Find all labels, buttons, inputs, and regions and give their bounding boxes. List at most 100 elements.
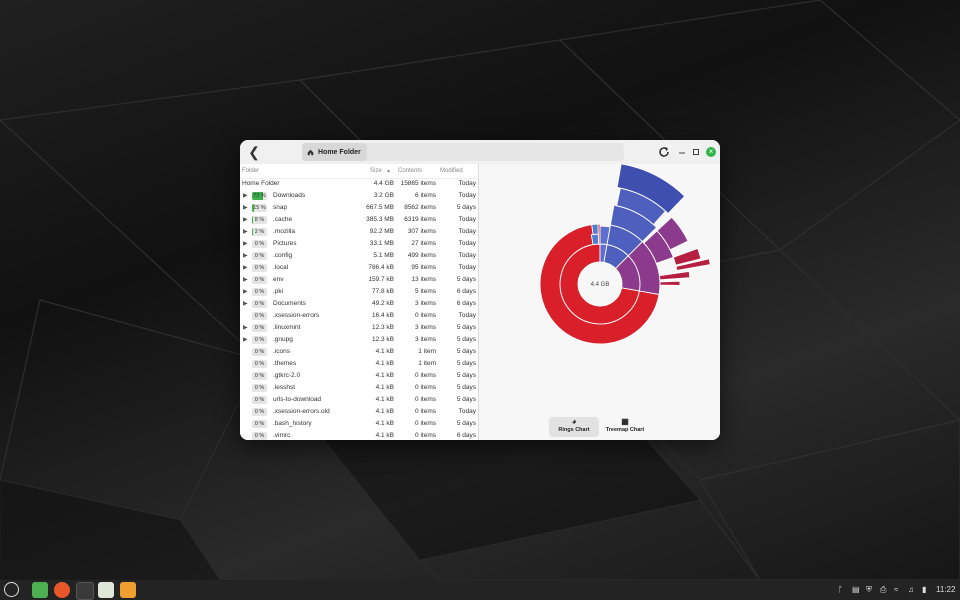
expand-arrow-icon[interactable]: ▶ bbox=[243, 228, 248, 235]
expand-arrow-icon[interactable]: ▶ bbox=[243, 240, 248, 247]
row-size: 159.7 kB bbox=[368, 276, 394, 283]
expand-arrow-icon[interactable]: ▶ bbox=[243, 252, 248, 259]
header-size[interactable]: Size bbox=[370, 168, 382, 174]
bluetooth-icon[interactable]: ᚩ bbox=[838, 584, 843, 596]
row-items: 0 items bbox=[415, 396, 436, 403]
ring-segment-snap-small[interactable] bbox=[658, 270, 691, 281]
row-modified: 5 days bbox=[456, 276, 476, 283]
row-name: .cache bbox=[273, 216, 293, 223]
expand-arrow-icon[interactable]: ▶ bbox=[243, 192, 248, 199]
percent-badge: 73 % bbox=[252, 192, 267, 200]
row-modified: 5 days bbox=[456, 360, 476, 367]
table-row[interactable]: 0 % .xsession-errors.old 4.1 kB 0 items Toda… bbox=[240, 406, 478, 418]
table-row[interactable]: ▶ 0 % .local 786.4 kB 95 items Today bbox=[240, 262, 478, 274]
expand-arrow-icon[interactable]: ▶ bbox=[243, 324, 248, 331]
table-row[interactable]: ▶ 2 % .mozilla 92.2 MB 307 items Today bbox=[240, 226, 478, 238]
percent-text: 0 % bbox=[254, 361, 265, 367]
volume-icon[interactable]: ♫ bbox=[908, 584, 914, 596]
firefox-icon[interactable] bbox=[54, 582, 70, 598]
percent-text: 2 % bbox=[254, 229, 265, 235]
percent-text: 0 % bbox=[254, 409, 265, 415]
table-row[interactable]: ▶ 0 % .gnupg 12.3 kB 3 items 5 days bbox=[240, 334, 478, 346]
table-row[interactable]: ▶ 0 % .linuxmint 12.3 kB 3 items 5 days bbox=[240, 322, 478, 334]
row-items: 5 items bbox=[415, 288, 436, 295]
table-row[interactable]: ▶ 0 % .config 5.1 MB 499 items Today bbox=[240, 250, 478, 262]
table-row[interactable]: 0 % .xsession-errors 16.4 kB 0 items Today bbox=[240, 310, 478, 322]
row-modified: Today bbox=[458, 240, 476, 247]
table-row-root[interactable]: Home Folder 4.4 GB 15865 items Today bbox=[240, 178, 478, 190]
disk-usage-icon[interactable] bbox=[120, 582, 136, 598]
table-row[interactable]: ▶ 73 % Downloads 3.2 GB 6 items Today bbox=[240, 190, 478, 202]
expand-arrow-icon[interactable]: ▶ bbox=[243, 300, 248, 307]
row-size: 5.1 MB bbox=[373, 252, 394, 259]
percent-text: 0 % bbox=[254, 373, 265, 379]
expand-arrow-icon[interactable]: ▶ bbox=[243, 276, 248, 283]
shield-icon[interactable]: ⛨ bbox=[866, 584, 872, 596]
table-row[interactable]: ▶ 8 % .cache 385.3 MB 6319 items Today bbox=[240, 214, 478, 226]
table-row[interactable]: 0 % .themes 4.1 kB 1 item 5 days bbox=[240, 358, 478, 370]
percent-text: 0 % bbox=[254, 289, 265, 295]
ring-segment-snap-small-2[interactable] bbox=[659, 280, 681, 286]
terminal-icon[interactable] bbox=[76, 582, 94, 600]
settings-icon[interactable] bbox=[98, 582, 114, 598]
row-name: Documents bbox=[273, 300, 306, 307]
expand-arrow-icon[interactable]: ▶ bbox=[243, 216, 248, 223]
table-row[interactable]: 0 % .vimrc 4.1 kB 0 items 6 days bbox=[240, 430, 478, 440]
row-size: 4.1 kB bbox=[375, 396, 394, 403]
row-name: Pictures bbox=[273, 240, 297, 247]
arrow-left-icon[interactable]: ❮ bbox=[246, 144, 262, 160]
table-row[interactable]: 0 % .icons 4.1 kB 1 item 5 days bbox=[240, 346, 478, 358]
wifi-icon[interactable]: ≈ bbox=[894, 584, 898, 596]
percent-badge: 0 % bbox=[252, 300, 267, 308]
row-size: 4.1 kB bbox=[375, 348, 394, 355]
percent-badge: 0 % bbox=[252, 312, 267, 320]
row-modified: 5 days bbox=[456, 420, 476, 427]
row-modified: 6 days bbox=[456, 300, 476, 307]
table-row[interactable]: ▶ 0 % .pki 77.8 kB 5 items 6 days bbox=[240, 286, 478, 298]
clipboard-icon[interactable]: ▤ bbox=[852, 584, 860, 596]
row-size: 4.1 kB bbox=[375, 372, 394, 379]
table-row[interactable]: 0 % urls-to-download 4.1 kB 0 items 5 days bbox=[240, 394, 478, 406]
expand-arrow-icon[interactable]: ▶ bbox=[243, 204, 248, 211]
maximize-icon[interactable] bbox=[688, 144, 704, 160]
percent-badge: 8 % bbox=[252, 216, 267, 224]
header-modified[interactable]: Modified bbox=[440, 168, 463, 174]
percent-text: 0 % bbox=[254, 265, 265, 271]
table-row[interactable]: 0 % .gtkrc-2.0 4.1 kB 0 items 5 days bbox=[240, 370, 478, 382]
row-modified: 5 days bbox=[456, 396, 476, 403]
home-icon bbox=[307, 149, 314, 155]
table-row[interactable]: ▶ 0 % Pictures 33.1 MB 27 items Today bbox=[240, 238, 478, 250]
expand-arrow-icon[interactable]: ▶ bbox=[243, 336, 248, 343]
mint-menu-icon[interactable] bbox=[4, 582, 19, 597]
percent-text: 0 % bbox=[254, 253, 265, 259]
header-folder[interactable]: Folder bbox=[242, 168, 259, 174]
table-row[interactable]: ▶ 15 % snap 667.5 MB 8562 items 5 days bbox=[240, 202, 478, 214]
table-row[interactable]: 0 % .bash_history 4.1 kB 0 items 5 days bbox=[240, 418, 478, 430]
expand-arrow-icon[interactable]: ▶ bbox=[243, 264, 248, 271]
printer-icon[interactable]: ⎙ bbox=[880, 584, 886, 596]
percent-text: 0 % bbox=[254, 301, 265, 307]
row-modified: Today bbox=[458, 192, 476, 199]
table-row[interactable]: ▶ 0 % Documents 49.2 kB 3 items 6 days bbox=[240, 298, 478, 310]
files-icon[interactable] bbox=[32, 582, 48, 598]
rings-chart[interactable]: 4.4 GB bbox=[479, 163, 720, 414]
row-items: 0 items bbox=[415, 384, 436, 391]
percent-badge: 0 % bbox=[252, 240, 267, 248]
header-contents[interactable]: Contents bbox=[398, 168, 422, 174]
rings-chart-button[interactable]: ◕ Rings Chart bbox=[549, 417, 599, 437]
column-headers: Folder Size ▲ Contents Modified bbox=[240, 164, 478, 179]
refresh-icon[interactable] bbox=[656, 144, 672, 160]
clock[interactable]: 11:22 bbox=[936, 584, 955, 596]
battery-icon[interactable]: ▮ bbox=[922, 584, 926, 596]
treemap-chart-button[interactable]: ▦ Treemap Chart bbox=[600, 417, 650, 437]
close-icon[interactable]: × bbox=[706, 147, 716, 157]
row-items: 0 items bbox=[415, 372, 436, 379]
ring-segment-pictures-child[interactable] bbox=[591, 223, 599, 235]
expand-arrow-icon[interactable]: ▶ bbox=[243, 288, 248, 295]
row-name: .local bbox=[273, 264, 289, 271]
ring-segment-pictures[interactable] bbox=[590, 233, 600, 246]
folder-list-pane: Folder Size ▲ Contents Modified Home Fol… bbox=[240, 164, 479, 440]
table-row[interactable]: 0 % .lesshst 4.1 kB 0 items 5 days bbox=[240, 382, 478, 394]
table-row[interactable]: ▶ 0 % env 159.7 kB 13 items 5 days bbox=[240, 274, 478, 286]
breadcrumb-home[interactable]: Home Folder bbox=[302, 143, 367, 161]
